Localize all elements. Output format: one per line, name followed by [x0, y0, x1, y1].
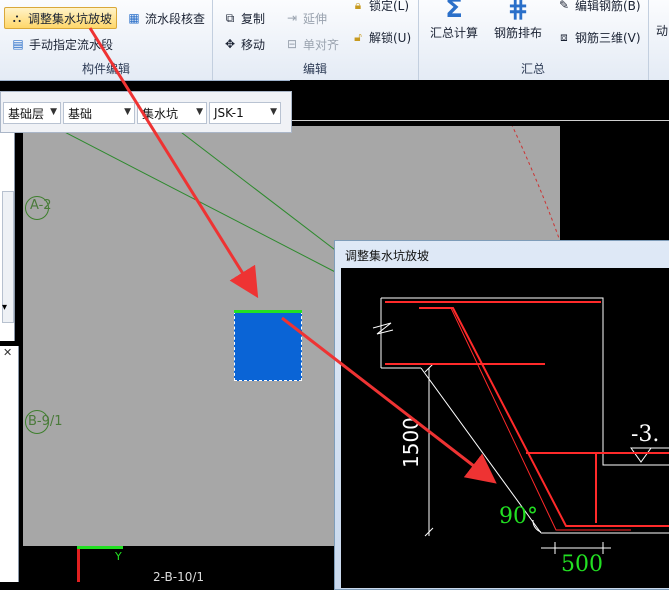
dialog-title: 调整集水坑放坡: [345, 249, 430, 263]
dialog-drawing: 1500 90° 500 -3.: [341, 268, 669, 588]
type-select[interactable]: 基础 ▼: [63, 102, 135, 124]
canvas-top-line: [290, 120, 669, 121]
extend-icon: ⇥: [286, 11, 298, 25]
copy-icon: ⧉: [225, 11, 235, 25]
lock-icon: 🔒︎: [354, 0, 362, 12]
sigma-icon: Σ: [445, 0, 463, 24]
canvas-top-area: [290, 80, 669, 126]
elev-triangle: [630, 447, 652, 463]
ribbon: ⛬ 调整集水坑放坡 ▦ 流水段核查 ▤ 手动指定流水段 构件编辑 ⧉ 复制 ⇥ …: [0, 0, 669, 81]
chevron-down-icon: ▼: [196, 107, 203, 117]
scroll-down-icon[interactable]: ▾: [2, 302, 7, 313]
align-icon: ⊟: [286, 37, 298, 51]
angle-label: 90°: [499, 504, 538, 529]
component-selector-bar: 基础层 ▼ 基础 ▼ 集水坑 ▼ JSK-1 ▼: [0, 91, 292, 133]
elevation-label: -3.: [631, 422, 660, 447]
extend-button[interactable]: ⇥ 延伸: [280, 7, 331, 29]
width-label: 500: [561, 552, 603, 577]
component-select[interactable]: 集水坑 ▼: [137, 102, 207, 124]
rebar-layout-button[interactable]: ⋕ 钢筋排布: [490, 0, 546, 41]
component-edit-group: ⛬ 调整集水坑放坡 ▦ 流水段核查 ▤ 手动指定流水段 构件编辑: [0, 0, 213, 80]
adjust-pit-slope-dialog: 调整集水坑放坡 1500 90° 500 -3.: [334, 240, 669, 590]
chevron-down-icon: ▼: [124, 107, 131, 117]
chevron-down-icon: ▼: [270, 107, 277, 117]
rebar-layout-icon: ⋕: [507, 0, 529, 24]
break-mark: [372, 322, 394, 335]
manual-flow-icon: ▤: [12, 37, 24, 51]
grid-line-1: [52, 126, 344, 277]
flow-check-button[interactable]: ▦ 流水段核查: [122, 7, 209, 29]
sum-calc-button[interactable]: Σ 汇总计算: [426, 0, 482, 41]
summary-label: 汇总: [520, 62, 545, 76]
axis-label-a: A-2: [30, 198, 52, 213]
copy-button[interactable]: ⧉ 复制: [218, 7, 269, 29]
rebar-slope-inner: [450, 307, 631, 531]
layer-select[interactable]: 基础层 ▼: [3, 102, 61, 124]
flow-check-icon: ▦: [128, 11, 140, 25]
outline-top: [381, 297, 669, 466]
chevron-down-icon: ▼: [50, 107, 57, 117]
partial-button[interactable]: 动: [652, 22, 669, 39]
depth-label: 1500: [399, 417, 423, 468]
align-button[interactable]: ⊟ 单对齐: [280, 33, 343, 55]
pit-slope-edge[interactable]: [234, 310, 302, 313]
canvas-bottom-area: Y 2-B-10/1: [23, 546, 334, 584]
close-icon[interactable]: ✕: [3, 346, 12, 359]
left-property-panel: ✕: [0, 346, 19, 582]
section-drawing: [372, 297, 669, 554]
selected-pit[interactable]: [234, 311, 302, 381]
name-select[interactable]: JSK-1 ▼: [209, 102, 281, 124]
pit-slope-icon: ⛬: [12, 11, 22, 25]
rebar-3d-icon: ⧈: [560, 30, 568, 44]
left-tree-panel: ▾: [0, 126, 15, 341]
edit-group: ⧉ 复制 ⇥ 延伸 ✥ 移动 ⊟ 单对齐 🔒︎ 锁定(L) 🔓︎ 解锁(U) 编…: [212, 0, 419, 80]
edit-rebar-icon: ✎: [558, 0, 570, 12]
y-axis-green: [77, 546, 123, 549]
adjust-pit-slope-button[interactable]: ⛬ 调整集水坑放坡: [4, 7, 118, 29]
edit-rebar-button[interactable]: ✎ 编辑钢筋(B): [552, 0, 645, 16]
y-axis-label: Y: [115, 550, 122, 563]
rebar-3d-button[interactable]: ⧈ 钢筋三维(V): [552, 26, 645, 48]
component-edit-label: 构件编辑: [81, 62, 130, 76]
unlock-icon: 🔓︎: [354, 30, 362, 44]
grid-line-2: [172, 126, 344, 257]
edit-label: 编辑: [302, 62, 327, 76]
x-axis-red: [77, 546, 80, 582]
move-icon: ✥: [224, 37, 236, 51]
move-button[interactable]: ✥ 移动: [218, 33, 269, 55]
lock-button[interactable]: 🔒︎ 锁定(L): [346, 0, 413, 16]
dashed-arc: [511, 126, 560, 242]
unlock-button[interactable]: 🔓︎ 解锁(U): [346, 26, 415, 48]
summary-group: Σ 汇总计算 ⋕ 钢筋排布 ✎ 编辑钢筋(B) ⧈ 钢筋三维(V) 汇总: [418, 0, 649, 80]
manual-flow-button[interactable]: ▤ 手动指定流水段: [6, 33, 117, 55]
axis-label-b: B-9/1: [28, 414, 63, 429]
